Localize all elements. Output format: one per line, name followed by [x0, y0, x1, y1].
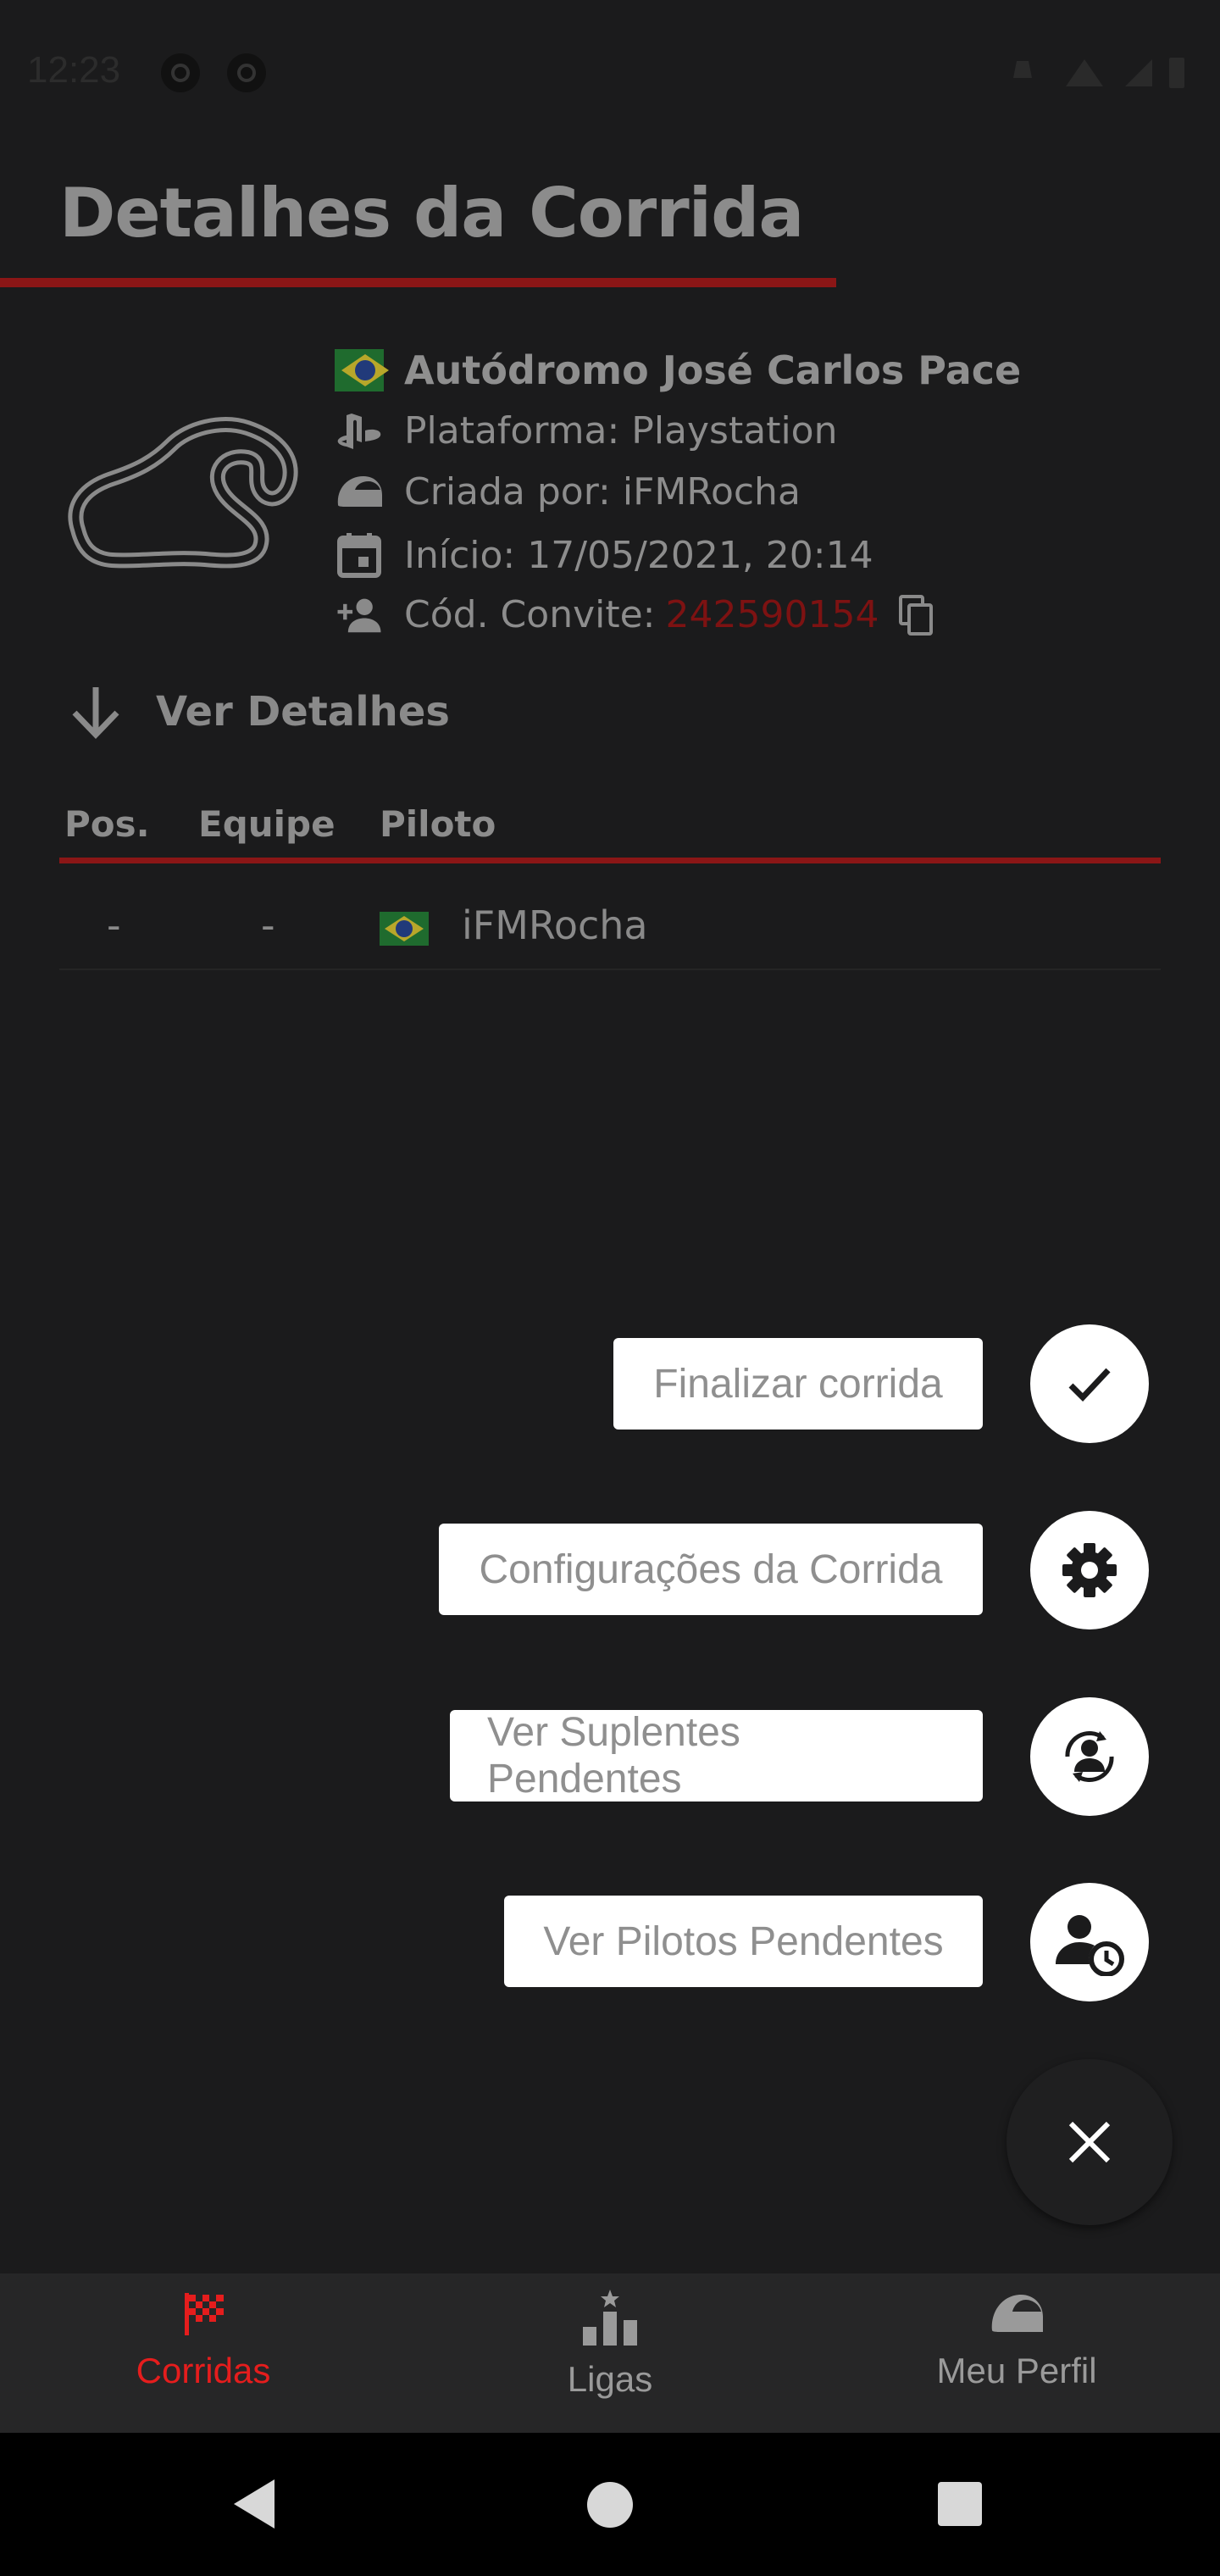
ver-suplentes-label[interactable]: Ver Suplentes Pendentes: [450, 1710, 983, 1802]
creator-row: Criada por: iFMRocha: [335, 470, 801, 514]
circuit-layout-icon: [68, 417, 298, 569]
column-header-team: Equipe: [198, 803, 336, 845]
calendar-icon: [335, 531, 384, 579]
nav-label-meu-perfil: Meu Perfil: [936, 2351, 1097, 2390]
page-title: Detalhes da Corrida: [59, 174, 804, 253]
circuit-row: Autódromo José Carlos Pace: [335, 347, 1021, 393]
creator-text: Criada por: iFMRocha: [404, 470, 801, 514]
playstation-icon: [335, 412, 384, 451]
configuracoes-label[interactable]: Configurações da Corrida: [439, 1524, 983, 1615]
arrow-down-icon: [72, 687, 119, 740]
ver-pilotos-button[interactable]: [1030, 1883, 1149, 2001]
check-icon: [1068, 1368, 1111, 1402]
recents-icon[interactable]: [938, 2482, 982, 2526]
brazil-flag-icon: [380, 912, 429, 946]
helmet-icon: [991, 2295, 1043, 2332]
nav-item-meu-perfil[interactable]: Meu Perfil: [890, 2288, 1144, 2391]
app-notification-icon-2: [227, 53, 266, 92]
configuracoes-button[interactable]: [1030, 1511, 1149, 1629]
invite-code[interactable]: 242590154: [665, 593, 879, 636]
ver-detalhes-toggle[interactable]: Ver Detalhes: [66, 682, 450, 741]
nav-label-ligas: Ligas: [567, 2359, 653, 2399]
column-header-driver: Piloto: [380, 803, 496, 845]
checkered-flag-icon: [185, 2293, 224, 2335]
person-clock-icon: [1056, 1915, 1124, 1976]
title-underline: [0, 278, 836, 287]
finalizar-corrida-button[interactable]: [1030, 1324, 1149, 1443]
brazil-flag-icon: [335, 349, 384, 391]
status-time: 12:23: [27, 49, 121, 91]
ver-suplentes-button[interactable]: [1030, 1697, 1149, 1816]
start-row: Início: 17/05/2021, 20:14: [335, 531, 873, 579]
close-icon: [1068, 2121, 1111, 2163]
person-swap-icon: [1065, 1730, 1114, 1783]
circuit-name: Autódromo José Carlos Pace: [404, 347, 1022, 393]
row-pos: -: [107, 902, 121, 948]
add-person-icon: [335, 594, 384, 636]
table-header-underline: [59, 858, 1161, 863]
nav-item-corridas[interactable]: Corridas: [76, 2288, 330, 2391]
platform-text: Plataforma: Playstation: [404, 409, 838, 452]
start-text: Início: 17/05/2021, 20:14: [404, 533, 873, 577]
nav-label-corridas: Corridas: [136, 2351, 271, 2390]
close-fab-button[interactable]: [1006, 2059, 1173, 2225]
finalizar-corrida-label[interactable]: Finalizar corrida: [613, 1338, 983, 1430]
gear-icon: [1062, 1543, 1117, 1597]
row-driver[interactable]: iFMRocha: [462, 902, 648, 948]
invite-label: Cód. Convite:: [404, 593, 656, 636]
podium-icon: [583, 2290, 637, 2346]
ver-detalhes-label: Ver Detalhes: [156, 688, 450, 736]
app-notification-icon: [161, 53, 200, 92]
status-icons: [1013, 58, 1184, 88]
copy-icon[interactable]: [897, 594, 934, 636]
ver-pilotos-label[interactable]: Ver Pilotos Pendentes: [504, 1896, 983, 1987]
back-icon[interactable]: [229, 2476, 280, 2532]
row-divider: [59, 969, 1161, 970]
row-team: -: [261, 902, 275, 948]
nav-item-ligas[interactable]: Ligas: [483, 2288, 737, 2400]
platform-row: Plataforma: Playstation: [335, 409, 837, 452]
helmet-icon: [335, 473, 384, 512]
invite-row: Cód. Convite: 242590154: [335, 593, 934, 636]
home-icon[interactable]: [587, 2482, 633, 2528]
column-header-pos: Pos.: [64, 803, 150, 845]
